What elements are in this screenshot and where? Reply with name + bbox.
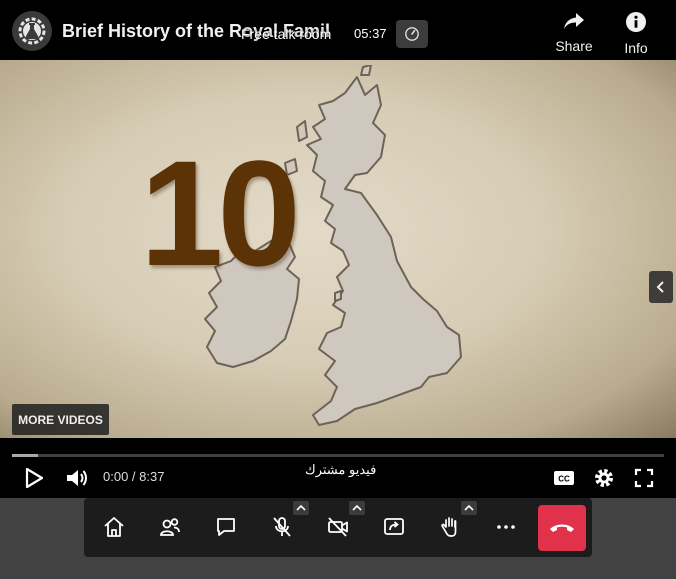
overlay-number: 10: [140, 129, 301, 297]
time-display: 0:00 / 8:37: [103, 469, 165, 484]
closed-captions-icon: CC: [554, 471, 574, 485]
screen-share-icon: [384, 518, 404, 535]
chevron-up-icon: [296, 504, 306, 511]
raise-hand-icon: [441, 517, 457, 537]
share-arrow-icon: [564, 13, 584, 29]
volume-icon: [67, 470, 87, 486]
home-button[interactable]: [94, 507, 134, 547]
share-label: Share: [555, 38, 593, 54]
play-button[interactable]: [21, 466, 47, 490]
gauge-icon: [405, 27, 419, 41]
collapse-panel-button[interactable]: [649, 271, 673, 303]
player-controls: 0:00 / 8:37 فيديو مشترك CC: [0, 438, 676, 498]
svg-text:CC: CC: [558, 475, 570, 484]
hang-up-icon: [550, 524, 574, 532]
settings-button[interactable]: [591, 466, 617, 490]
participants-button[interactable]: [150, 507, 190, 547]
camera-off-icon: [328, 517, 348, 537]
chevron-up-icon: [464, 504, 474, 511]
fullscreen-button[interactable]: [631, 466, 657, 490]
meeting-toolbar: [84, 498, 592, 557]
flask-gear-icon: [18, 17, 46, 45]
gear-icon: [595, 469, 613, 487]
home-icon: [104, 517, 124, 537]
info-icon: [626, 12, 646, 32]
microphone-options-button[interactable]: [293, 501, 309, 515]
shared-video-label: فيديو مشترك: [305, 462, 377, 477]
more-icon: [497, 525, 515, 529]
screen-share-button[interactable]: [374, 507, 414, 547]
reactions-options-button[interactable]: [461, 501, 477, 515]
progress-fill: [12, 454, 39, 457]
video-meeting-window: Brief History of the Royal Family Free t…: [0, 0, 676, 579]
chevron-up-icon: [352, 504, 362, 511]
chevron-left-icon: [656, 281, 664, 293]
video-frame[interactable]: 10 MORE VIDEOS: [0, 60, 676, 438]
info-label: Info: [624, 40, 648, 56]
microphone-muted-icon: [273, 517, 291, 537]
room-name: Free talk room: [241, 26, 332, 42]
chat-button[interactable]: [206, 507, 246, 547]
play-icon: [25, 468, 43, 488]
more-options-button[interactable]: [486, 507, 526, 547]
camera-options-button[interactable]: [349, 501, 365, 515]
hang-up-button[interactable]: [538, 505, 586, 551]
meeting-timer: 05:37: [354, 26, 387, 41]
info-button[interactable]: Info: [611, 11, 661, 56]
volume-button[interactable]: [63, 466, 91, 490]
chat-icon: [217, 518, 235, 536]
share-button[interactable]: Share: [549, 11, 599, 54]
fullscreen-icon: [634, 468, 654, 488]
connection-speed-button[interactable]: [396, 20, 428, 48]
participants-icon: [160, 518, 180, 536]
progress-bar[interactable]: [12, 454, 664, 457]
captions-button[interactable]: CC: [551, 466, 577, 490]
channel-logo[interactable]: [12, 11, 52, 51]
more-videos-button[interactable]: MORE VIDEOS: [12, 404, 109, 435]
top-bar: Brief History of the Royal Family Free t…: [0, 0, 676, 60]
